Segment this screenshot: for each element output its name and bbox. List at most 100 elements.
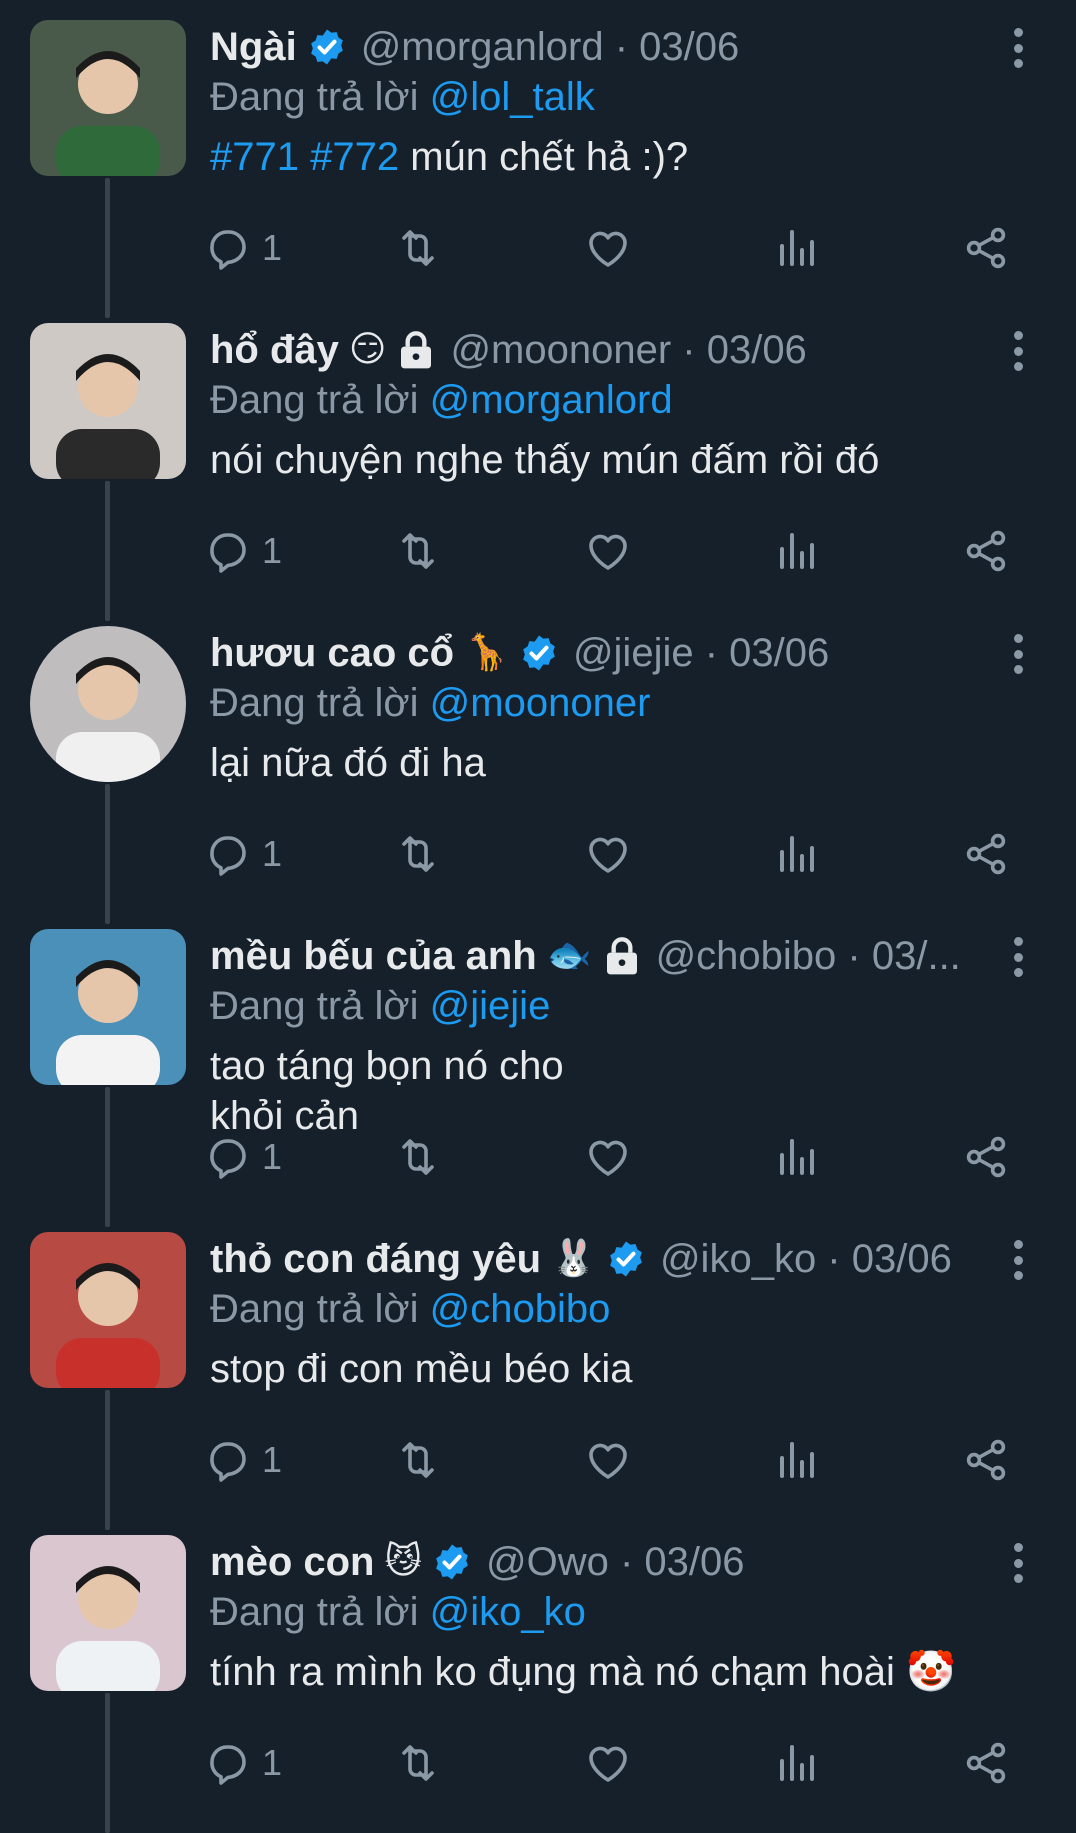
tweet-text: nói chuyện nghe thấy mún đấm rồi đó — [210, 435, 1010, 485]
avatar[interactable] — [30, 929, 186, 1085]
replying-to-mention[interactable]: @moononer — [430, 681, 651, 725]
display-name[interactable]: thỏ con đáng yêu — [210, 1234, 541, 1284]
replying-to-label: Đang trả lời — [210, 681, 419, 725]
like-button[interactable] — [584, 218, 632, 278]
tweet-header: hổ đây 😏 @moononer · 03/06 — [210, 325, 986, 375]
reply-button[interactable]: 1 — [204, 1430, 282, 1490]
tweet-text-content: tính ra mình ko đụng mà nó chạm hoài 🤡 — [210, 1650, 956, 1694]
tweet[interactable]: hươu cao cổ 🦒 @jiejie · 03/06 Đang trả l… — [0, 606, 1076, 909]
avatar[interactable] — [30, 1535, 186, 1691]
share-button[interactable] — [962, 1733, 1010, 1793]
tweet-header: hươu cao cổ 🦒 @jiejie · 03/06 — [210, 628, 986, 678]
reply-count: 1 — [262, 1136, 283, 1177]
retweet-button[interactable] — [394, 1430, 442, 1490]
display-name[interactable]: hổ đây — [210, 325, 339, 375]
tweet[interactable]: Ngài @morganlord · 03/06 Đang trả lời @l… — [0, 0, 1076, 303]
more-options-icon[interactable] — [1010, 634, 1026, 674]
name-emoji: 😼 — [384, 1541, 423, 1582]
more-options-icon[interactable] — [1010, 28, 1026, 68]
reply-button[interactable]: 1 — [204, 1127, 282, 1187]
tweet[interactable]: mèo con 😼 @Owo · 03/06 Đang trả lời @iko… — [0, 1515, 1076, 1818]
display-name[interactable]: mèo con — [210, 1537, 374, 1587]
replying-to-label: Đang trả lời — [210, 1590, 419, 1634]
handle-and-date[interactable]: @Owo · 03/06 — [486, 1537, 745, 1587]
tweet[interactable]: hổ đây 😏 @moononer · 03/06 Đang trả lời … — [0, 303, 1076, 606]
replying-to-mention[interactable]: @jiejie — [430, 984, 551, 1028]
more-options-icon[interactable] — [1010, 1543, 1026, 1583]
views-button[interactable] — [772, 521, 820, 581]
heart-icon — [589, 231, 627, 267]
views-icon — [780, 533, 814, 569]
name-emoji: 😏 — [348, 329, 387, 370]
like-button[interactable] — [584, 1430, 632, 1490]
views-button[interactable] — [772, 218, 820, 278]
replying-to-mention[interactable]: @morganlord — [430, 378, 673, 422]
display-name[interactable]: mều bếu của anh — [210, 931, 537, 981]
reply-button[interactable]: 1 — [204, 218, 282, 278]
like-button[interactable] — [584, 521, 632, 581]
share-button[interactable] — [962, 824, 1010, 884]
retweet-button[interactable] — [394, 521, 442, 581]
retweet-button[interactable] — [394, 218, 442, 278]
views-icon — [780, 836, 814, 872]
handle-and-date[interactable]: @iko_ko · 03/06 — [660, 1234, 952, 1284]
lock-icon — [401, 331, 432, 369]
reply-button[interactable]: 1 — [204, 521, 282, 581]
avatar-photo — [30, 1535, 186, 1691]
hashtags[interactable]: #771 #772 — [210, 135, 399, 179]
handle-and-date[interactable]: @moononer · 03/06 — [450, 325, 806, 375]
more-options-icon[interactable] — [1010, 1240, 1026, 1280]
reply-count: 1 — [262, 227, 283, 268]
handle-and-date[interactable]: @jiejie · 03/06 — [573, 628, 829, 678]
views-button[interactable] — [772, 1127, 820, 1187]
share-button[interactable] — [962, 521, 1010, 581]
verified-badge-icon — [610, 1241, 642, 1277]
tweet[interactable]: thỏ con đáng yêu 🐰 @iko_ko · 03/06 Đang … — [0, 1212, 1076, 1515]
replying-to-mention[interactable]: @iko_ko — [430, 1590, 586, 1634]
views-button[interactable] — [772, 824, 820, 884]
tweet-actions: 1 — [210, 1127, 1010, 1187]
like-button[interactable] — [584, 1733, 632, 1793]
replying-to-mention[interactable]: @lol_talk — [430, 75, 595, 119]
replying-to-mention[interactable]: @chobibo — [430, 1287, 611, 1331]
like-button[interactable] — [584, 1127, 632, 1187]
avatar[interactable] — [30, 626, 186, 782]
display-name[interactable]: hươu cao cổ — [210, 628, 454, 678]
replying-to: Đang trả lời @moononer — [210, 678, 650, 728]
retweet-button[interactable] — [394, 824, 442, 884]
reply-button[interactable]: 1 — [204, 824, 282, 884]
more-options-icon[interactable] — [1010, 937, 1026, 977]
views-button[interactable] — [772, 1733, 820, 1793]
avatar[interactable] — [30, 20, 186, 176]
heart-icon — [589, 534, 627, 570]
more-options-icon[interactable] — [1010, 331, 1026, 371]
replying-to: Đang trả lời @lol_talk — [210, 72, 595, 122]
avatar-photo — [30, 20, 186, 176]
retweet-button[interactable] — [394, 1127, 442, 1187]
reply-button[interactable]: 1 — [204, 1733, 282, 1793]
name-emoji: 🦒 — [464, 632, 509, 673]
avatar[interactable] — [30, 323, 186, 479]
retweet-icon — [402, 836, 434, 872]
retweet-icon — [402, 230, 434, 266]
avatar[interactable] — [30, 1232, 186, 1388]
share-button[interactable] — [962, 1127, 1010, 1187]
avatar-photo — [30, 323, 186, 479]
handle-and-date[interactable]: @morganlord · 03/06 — [361, 22, 740, 72]
like-button[interactable] — [584, 824, 632, 884]
views-icon — [780, 1745, 814, 1781]
tweet-actions: 1 — [210, 824, 1010, 884]
views-button[interactable] — [772, 1430, 820, 1490]
lock-icon — [606, 937, 637, 975]
tweet[interactable]: mều bếu của anh 🐟 @chobibo · 03/... Đang… — [0, 909, 1076, 1259]
retweet-button[interactable] — [394, 1733, 442, 1793]
replying-to-label: Đang trả lời — [210, 1287, 419, 1331]
name-emoji: 🐰 — [551, 1238, 596, 1279]
share-button[interactable] — [962, 218, 1010, 278]
display-name[interactable]: Ngài — [210, 22, 297, 72]
avatar-photo — [30, 626, 186, 782]
tweet-header: mèo con 😼 @Owo · 03/06 — [210, 1537, 986, 1587]
handle-and-date[interactable]: @chobibo · 03/... — [656, 931, 961, 981]
tweet-actions: 1 — [210, 1430, 1010, 1490]
share-button[interactable] — [962, 1430, 1010, 1490]
